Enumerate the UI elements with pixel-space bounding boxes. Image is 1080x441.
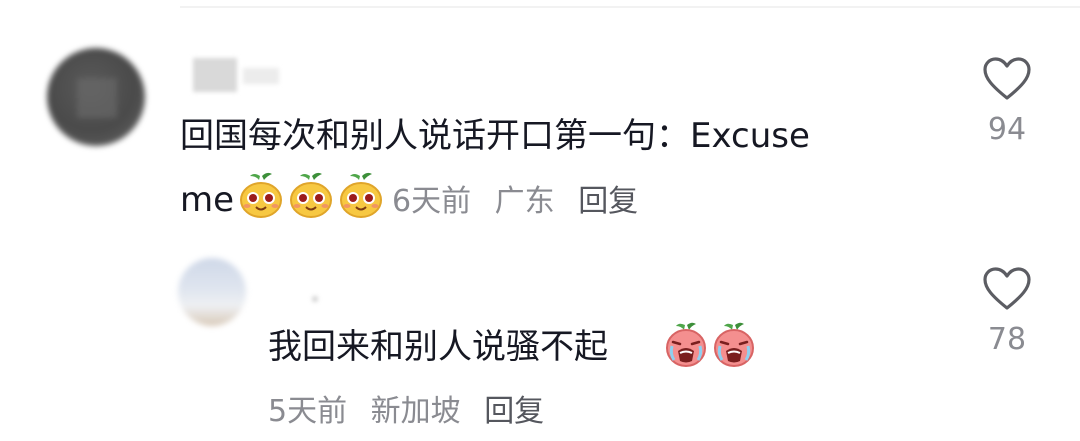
comment-thread: 回国每次和别人说话开口第一句：Excuse me 6天前 广东 回复 94 我回… — [0, 0, 1080, 441]
username-redacted[interactable] — [193, 58, 285, 92]
fruit-smile-emoji — [340, 172, 382, 218]
emoji-row — [236, 170, 386, 220]
comment-text: 回国每次和别人说话开口第一句：Excuse — [180, 116, 810, 156]
reply-text: 我回来和别人说骚不起 — [268, 327, 608, 367]
heart-icon[interactable] — [982, 56, 1032, 102]
fruit-cry-emoji — [714, 322, 754, 367]
like-count: 94 — [987, 112, 1027, 147]
fruit-smile-emoji — [240, 172, 282, 218]
comment-location: 广东 — [494, 184, 555, 219]
reply-time: 5天前 — [268, 394, 348, 429]
like-control[interactable]: 94 — [972, 56, 1042, 146]
reply-button[interactable]: 回复 — [578, 184, 638, 219]
reply-meta: 5天前 新加坡 回复 — [268, 397, 544, 427]
avatar[interactable] — [178, 258, 246, 326]
fruit-smile-emoji — [290, 172, 332, 218]
avatar[interactable] — [47, 48, 145, 146]
comment-text-continued: me — [180, 180, 235, 220]
comment-meta: 6天前 广东 回复 — [392, 187, 638, 217]
comment-time: 6天前 — [392, 184, 472, 219]
emoji-row — [662, 320, 758, 368]
reply-button[interactable]: 回复 — [484, 394, 544, 429]
like-count: 78 — [987, 322, 1027, 357]
username-redacted[interactable] — [290, 280, 330, 306]
like-control[interactable]: 78 — [972, 266, 1042, 356]
heart-icon[interactable] — [982, 266, 1032, 312]
reply-location: 新加坡 — [370, 394, 461, 429]
fruit-cry-emoji — [666, 322, 706, 367]
divider — [180, 6, 1080, 8]
